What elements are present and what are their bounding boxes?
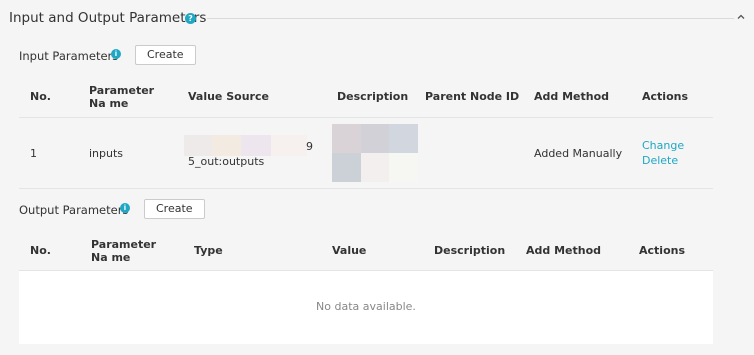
input-header-divider [19, 117, 713, 118]
col-actions: Actions [639, 244, 685, 257]
value-source-tail: 9 [306, 140, 313, 153]
input-params-label: Input Parameters [19, 49, 119, 63]
col-actions: Actions [642, 90, 688, 103]
output-params-label: Output Parameters [19, 203, 129, 217]
help-icon[interactable]: ? [185, 13, 196, 24]
col-no: No. [30, 90, 51, 103]
input-params-bar: Input Parameters i Create [19, 45, 219, 67]
col-parameter-name: Parameter Na me [91, 238, 157, 264]
col-parameter-name: Parameter Na me [89, 84, 155, 110]
change-link[interactable]: Change [642, 139, 684, 152]
delete-link[interactable]: Delete [642, 154, 678, 167]
col-description: Description [337, 90, 409, 103]
header-divider [207, 18, 734, 19]
chevron-up-icon[interactable] [736, 12, 746, 22]
row-add-method: Added Manually [534, 147, 623, 160]
value-source-line2: 5_out:outputs [188, 155, 265, 168]
output-params-bar: Output Parameters i Create [19, 199, 239, 221]
col-no: No. [30, 244, 51, 257]
info-icon[interactable]: i [111, 49, 121, 59]
empty-state-text: No data available. [316, 300, 416, 313]
col-add-method: Add Method [534, 90, 610, 103]
info-icon[interactable]: i [120, 203, 130, 213]
input-row-divider [19, 188, 713, 189]
col-description: Description [434, 244, 506, 257]
col-value: Value [332, 244, 367, 257]
row-no: 1 [30, 147, 37, 160]
col-value-source: Value Source [188, 90, 269, 103]
output-create-button[interactable]: Create [144, 199, 205, 219]
col-add-method: Add Method [526, 244, 602, 257]
col-type: Type [194, 244, 223, 257]
empty-state: No data available. [19, 271, 713, 344]
row-name: inputs [89, 147, 124, 160]
col-parent-node-id: Parent Node ID [425, 90, 520, 103]
input-create-button[interactable]: Create [135, 45, 196, 65]
section-header: Input and Output Parameters ? [9, 10, 746, 28]
section-title: Input and Output Parameters [9, 10, 207, 26]
